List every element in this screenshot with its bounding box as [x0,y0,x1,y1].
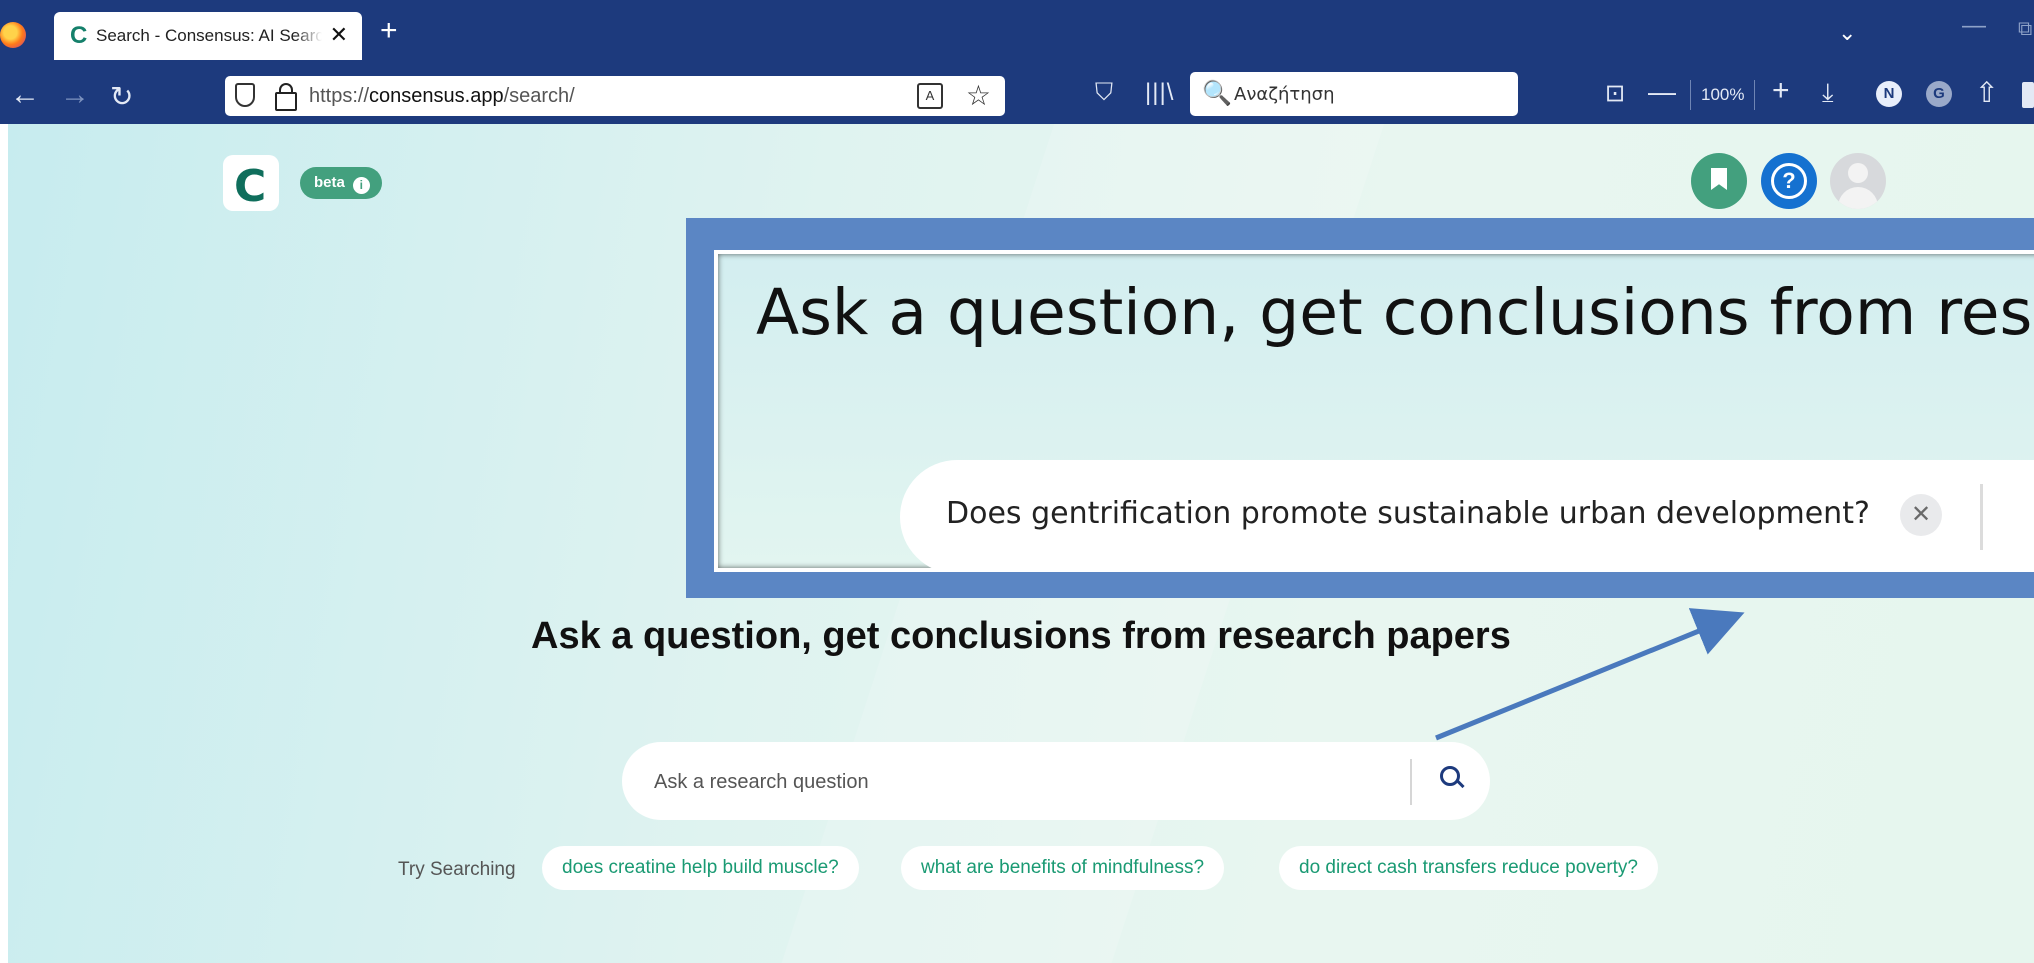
info-icon: i [352,177,370,194]
try-searching-label: Try Searching [398,859,516,880]
user-avatar[interactable] [1830,153,1886,209]
tab-title: Search - Consensus: AI Search Engine [96,26,322,45]
bookmark-icon [1711,168,1727,190]
suggestion-chip[interactable]: do direct cash transfers reduce poverty? [1279,846,1659,890]
beta-label: beta [314,174,345,191]
back-button[interactable]: ← [10,78,40,112]
page-title: Ask a question, get conclusions from res… [531,615,1511,657]
beta-badge[interactable]: beta i [300,167,382,199]
browser-tab-active[interactable]: C Search - Consensus: AI Search Engine ✕ [54,12,362,60]
reader-view-icon[interactable]: ⛉ [1095,79,1113,107]
research-question-input[interactable] [652,762,1196,802]
zoom-in-button[interactable]: + [1772,74,1790,108]
browser-nav-bar: ← → ↻ https://consensus.app/search/ A ☆ … [0,68,2034,124]
consensus-logo[interactable]: C [223,155,279,212]
avatar-body-icon [1838,187,1878,209]
url-text[interactable]: https://consensus.app/search/ [309,85,575,108]
overflow-menu-icon[interactable] [2022,82,2034,108]
question-mark-icon: ? [1771,163,1807,199]
forward-button[interactable]: → [60,78,90,112]
consensus-favicon-icon: C [70,22,88,49]
extension-n-icon[interactable]: N [1876,81,1902,107]
search-divider [1410,759,1412,805]
new-tab-button[interactable]: + [380,14,398,48]
extension-g-icon[interactable]: G [1926,81,1952,107]
zoomed-search-box: Does gentrification promote sustainable … [900,460,2034,568]
annotation-arrow [1435,608,1745,741]
browser-search-bar[interactable]: 🔍 [1190,72,1518,116]
consensus-logo-mark: C [234,161,267,212]
tab-list-chevron-icon[interactable]: ⌄ [1838,20,1856,46]
help-button[interactable]: ? [1761,153,1817,209]
search-button[interactable] [1434,762,1470,798]
pocket-icon[interactable]: ⊡ [1605,79,1625,108]
zoomed-callout-content: Ask a question, get conclusions from res… [714,250,2034,572]
download-icon[interactable]: ⤓ [1822,77,1834,109]
avatar-head-icon [1848,163,1868,183]
share-icon[interactable]: ⇧ [1975,76,1998,109]
url-bar[interactable]: https://consensus.app/search/ A ☆ [225,76,1005,116]
firefox-logo-icon[interactable] [0,22,26,48]
bookmarks-button[interactable] [1691,153,1747,209]
url-host: consensus.app [369,85,504,107]
zoomed-search-divider [1980,484,1983,550]
window-minimize-button[interactable]: — [1962,12,1986,40]
consensus-page: C beta i ? Ask a question, get conclusion… [8,124,2034,963]
url-path: /search/ [503,85,575,107]
zoomed-clear-icon: ✕ [1900,494,1942,536]
research-search-box [622,742,1490,820]
library-icon[interactable]: |||\ [1145,79,1174,107]
translate-icon[interactable]: A [917,83,943,109]
browser-search-input[interactable] [1232,79,1506,109]
zoomed-search-query: Does gentrification promote sustainable … [946,496,1870,531]
zoomed-callout-frame: Ask a question, get conclusions from res… [686,218,2034,598]
suggestion-chip[interactable]: what are benefits of mindfulness? [901,846,1225,890]
browser-tab-bar: C Search - Consensus: AI Search Engine ✕… [0,0,2034,68]
bookmark-star-icon[interactable]: ☆ [966,79,991,112]
search-icon-handle [1455,778,1465,789]
tab-close-icon[interactable]: ✕ [330,22,348,48]
search-icon: 🔍 [1202,80,1232,107]
zoomed-heading: Ask a question, get conclusions from res… [756,276,2034,349]
url-scheme: https:// [309,85,370,107]
suggestion-chip[interactable]: does creatine help build muscle? [542,846,859,890]
lock-icon[interactable] [275,83,297,111]
zoom-level[interactable]: 100% [1690,80,1756,110]
window-restore-button[interactable]: ⧉ [2018,18,2032,41]
zoom-out-button[interactable]: — [1648,76,1676,108]
reload-button[interactable]: ↻ [110,80,133,113]
tracking-protection-shield-icon[interactable] [235,83,255,107]
